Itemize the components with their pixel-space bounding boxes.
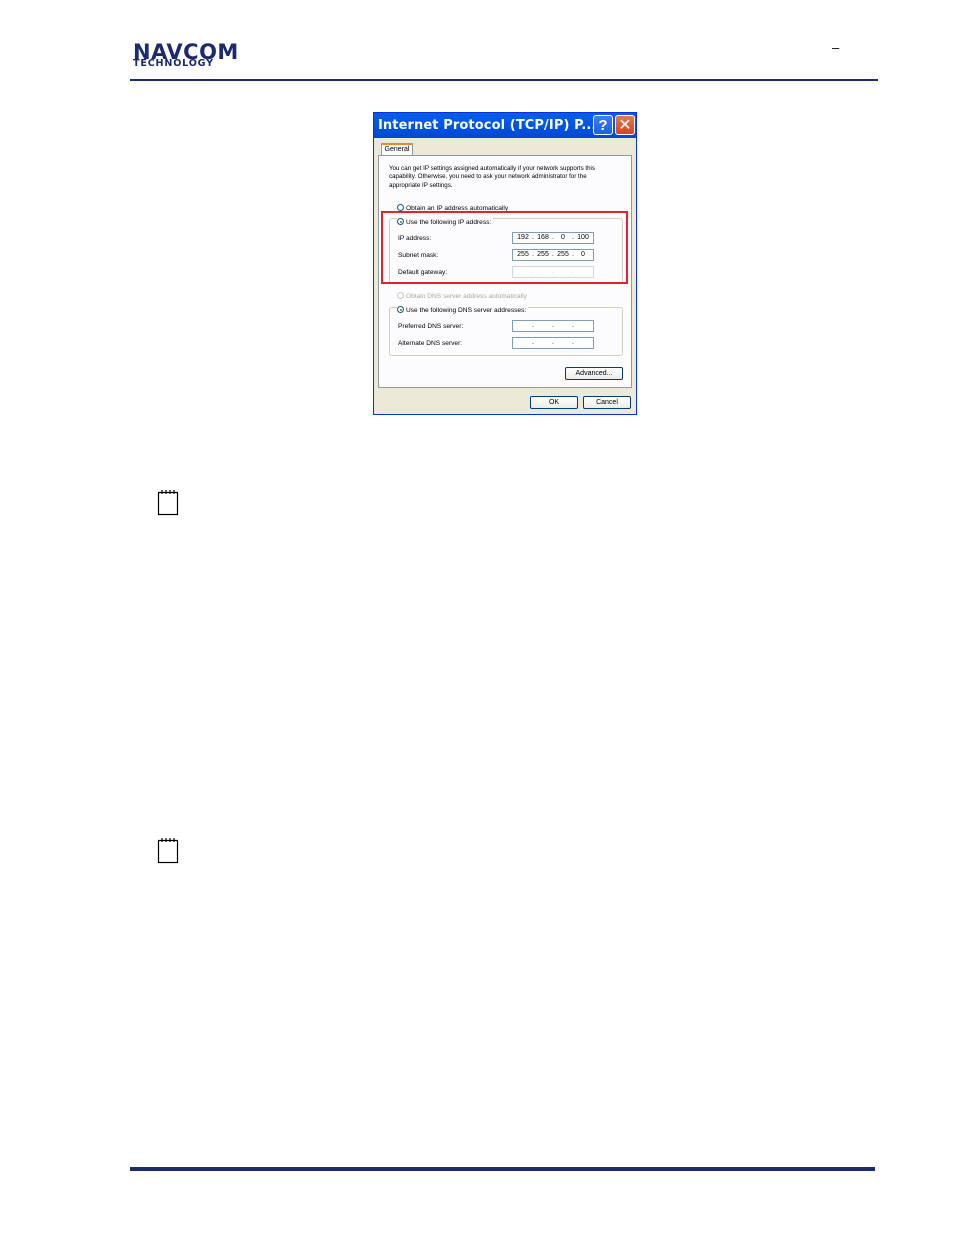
- radio-static-dns[interactable]: Use the following DNS server addresses:: [397, 306, 529, 315]
- adns-dot-1: .: [532, 339, 534, 346]
- preferred-dns-input[interactable]: . . .: [512, 320, 594, 332]
- tab-general[interactable]: General: [381, 143, 413, 155]
- advanced-button[interactable]: Advanced...: [565, 367, 623, 380]
- header-rule: [130, 79, 878, 81]
- header-dash: –: [832, 40, 840, 55]
- radio-circle-selected: [397, 306, 404, 313]
- help-button[interactable]: ?: [593, 115, 613, 135]
- radio-auto-dns-label: Obtain DNS server address automatically: [406, 293, 527, 300]
- radio-static-dns-label: Use the following DNS server addresses:: [406, 307, 527, 314]
- navcom-logo: NAVCOM TECHNOLOGY: [133, 42, 255, 70]
- adns-dot-2: .: [552, 339, 554, 346]
- dialog-titlebar[interactable]: Internet Protocol (TCP/IP) P... ? ✕: [374, 113, 636, 138]
- pdns-dot-2: .: [552, 322, 554, 329]
- footer-rule: [130, 1167, 875, 1171]
- preferred-dns-label: Preferred DNS server:: [398, 323, 464, 330]
- pdns-dot-3: .: [572, 322, 574, 329]
- adns-dot-3: .: [572, 339, 574, 346]
- alternate-dns-input[interactable]: . . .: [512, 337, 594, 349]
- ok-button[interactable]: OK: [530, 396, 578, 409]
- alternate-dns-label: Alternate DNS server:: [398, 340, 463, 347]
- highlight-box: [381, 211, 628, 284]
- dialog-title: Internet Protocol (TCP/IP) P...: [378, 118, 597, 133]
- cancel-button[interactable]: Cancel: [583, 396, 631, 409]
- radio-auto-dns[interactable]: Obtain DNS server address automatically: [397, 292, 527, 301]
- dialog-description: You can get IP settings assigned automat…: [389, 165, 596, 189]
- notepad-icon: [157, 838, 179, 864]
- radio-circle: [397, 292, 404, 299]
- notepad-icon: [157, 490, 179, 516]
- logo-subtitle: TECHNOLOGY: [133, 58, 214, 69]
- close-button[interactable]: ✕: [615, 115, 635, 135]
- radio-circle: [397, 204, 404, 211]
- pdns-dot-1: .: [532, 322, 534, 329]
